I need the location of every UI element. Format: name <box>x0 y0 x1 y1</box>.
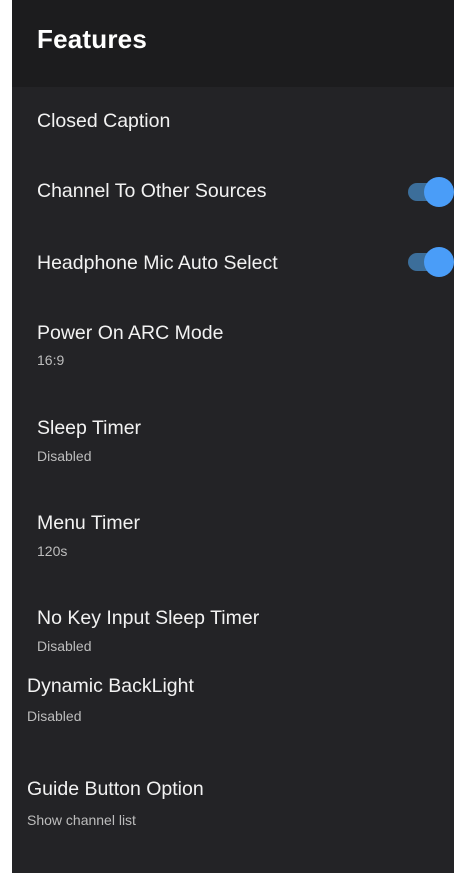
menu-item-power-on-arc-mode[interactable]: Power On ARC Mode 16:9 <box>12 312 454 376</box>
menu-item-headphone-mic-auto-select[interactable]: Headphone Mic Auto Select <box>12 240 454 290</box>
item-label: No Key Input Sleep Timer <box>37 607 260 629</box>
item-value: 16:9 <box>37 352 65 368</box>
menu-item-dynamic-backlight[interactable]: Dynamic BackLight Disabled <box>12 665 454 731</box>
item-label: Sleep Timer <box>37 417 142 439</box>
menu-item-guide-button-option[interactable]: Guide Button Option Show channel list <box>12 770 454 836</box>
item-value: 120s <box>37 543 68 559</box>
item-label: Headphone Mic Auto Select <box>37 252 278 274</box>
item-value: Show channel list <box>27 812 136 828</box>
item-value: Disabled <box>37 638 92 654</box>
menu-item-sleep-timer[interactable]: Sleep Timer Disabled <box>12 408 454 472</box>
item-label: Closed Caption <box>37 110 171 132</box>
toggle-thumb <box>424 177 454 207</box>
toggle-thumb <box>424 247 454 277</box>
features-panel: Features Closed Caption Channel To Other… <box>12 0 454 873</box>
channel-to-other-sources-toggle[interactable] <box>404 177 454 207</box>
item-label: Guide Button Option <box>27 778 204 800</box>
item-value: Disabled <box>27 708 82 724</box>
headphone-mic-auto-select-toggle[interactable] <box>404 247 454 277</box>
item-label: Power On ARC Mode <box>37 322 224 344</box>
menu-item-no-key-input-sleep-timer[interactable]: No Key Input Sleep Timer Disabled <box>12 598 454 660</box>
item-value: Disabled <box>37 448 92 464</box>
header: Features <box>12 0 454 87</box>
page-title: Features <box>37 24 147 54</box>
menu-item-channel-to-other-sources[interactable]: Channel To Other Sources <box>12 168 454 218</box>
menu-item-closed-caption[interactable]: Closed Caption <box>12 100 454 150</box>
menu-item-menu-timer[interactable]: Menu Timer 120s <box>12 503 454 567</box>
item-label: Dynamic BackLight <box>27 675 194 697</box>
item-label: Menu Timer <box>37 512 140 534</box>
item-label: Channel To Other Sources <box>37 180 267 202</box>
